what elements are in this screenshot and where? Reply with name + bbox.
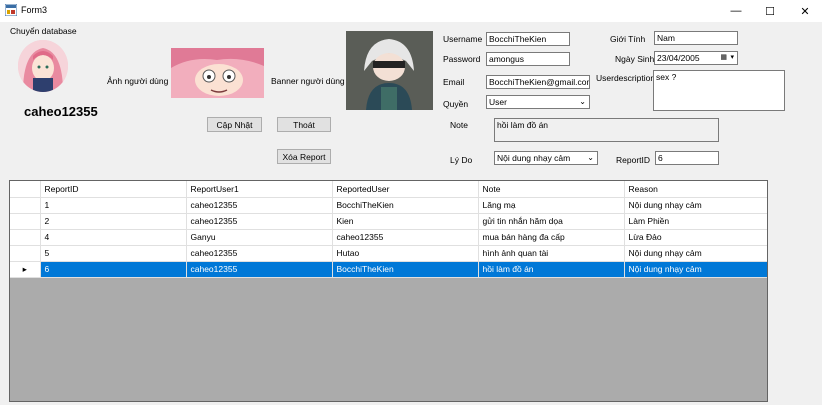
app-icon bbox=[5, 4, 17, 16]
table-row-selected[interactable]: ▸ 6 caheo12355 BocchiTheKien hồi làm đồ … bbox=[10, 261, 767, 278]
column-header[interactable]: ReportedUser bbox=[332, 181, 479, 198]
window-title: Form3 bbox=[21, 5, 48, 15]
note-field[interactable]: hồi làm đồ án bbox=[494, 118, 719, 142]
table-cell[interactable]: Ganyu bbox=[186, 229, 333, 246]
description-label: Userdescription bbox=[596, 73, 656, 83]
table-cell[interactable]: caheo12355 bbox=[186, 213, 333, 230]
reason-label: Lý Do bbox=[450, 155, 473, 165]
update-button[interactable]: Cập Nhật bbox=[207, 117, 262, 132]
birthday-value: 23/04/2005 bbox=[657, 53, 700, 63]
table-row[interactable]: 5 caheo12355 Hutao hình ảnh quan tài Nội… bbox=[10, 245, 767, 262]
table-cell[interactable]: caheo12355 bbox=[332, 229, 479, 246]
table-cell[interactable]: hình ảnh quan tài bbox=[478, 245, 625, 262]
column-header[interactable]: ReportUser1 bbox=[186, 181, 333, 198]
avatar-label: Ảnh người dùng bbox=[107, 76, 169, 86]
minimize-button[interactable]: — bbox=[719, 0, 753, 22]
reason-value: Nội dung nhạy cảm bbox=[497, 153, 571, 163]
table-cell[interactable]: caheo12355 bbox=[186, 245, 333, 262]
row-header[interactable] bbox=[10, 213, 41, 230]
delete-report-button[interactable]: Xóa Report bbox=[277, 149, 331, 164]
password-field[interactable]: amongus bbox=[486, 52, 570, 66]
email-label: Email bbox=[443, 77, 465, 87]
row-header-corner[interactable] bbox=[10, 181, 41, 198]
report-grid[interactable]: ReportID ReportUser1 ReportedUser Note R… bbox=[9, 180, 768, 402]
table-cell[interactable]: BocchiTheKien bbox=[332, 261, 479, 278]
chevron-down-icon: ⌄ bbox=[579, 97, 586, 106]
column-header[interactable]: Reason bbox=[624, 181, 767, 198]
table-cell[interactable]: Làm Phiền bbox=[624, 213, 767, 230]
username-label: Username bbox=[443, 34, 483, 44]
row-header[interactable] bbox=[10, 245, 41, 262]
column-header[interactable]: ReportID bbox=[40, 181, 187, 198]
row-indicator-icon[interactable]: ▸ bbox=[10, 261, 41, 278]
role-value: User bbox=[489, 97, 507, 107]
row-header[interactable] bbox=[10, 229, 41, 246]
table-cell[interactable]: BocchiTheKien bbox=[332, 197, 479, 214]
reportid-label: ReportID bbox=[616, 155, 651, 165]
table-cell[interactable]: gửi tin nhắn hăm dọa bbox=[478, 213, 625, 230]
avatar-image[interactable] bbox=[171, 48, 264, 98]
email-field[interactable]: BocchiTheKien@gmail.com bbox=[486, 75, 590, 89]
table-cell[interactable]: Nội dung nhạy cảm bbox=[624, 245, 767, 262]
table-header-row: ReportID ReportUser1 ReportedUser Note R… bbox=[10, 181, 767, 198]
table-row[interactable]: 1 caheo12355 BocchiTheKien Lăng mạ Nội d… bbox=[10, 197, 767, 214]
table-cell[interactable]: caheo12355 bbox=[186, 197, 333, 214]
birthday-picker[interactable]: 23/04/2005 ▦ ▾ bbox=[654, 51, 738, 65]
close-button[interactable]: ✕ bbox=[788, 0, 822, 22]
maximize-button[interactable]: ☐ bbox=[753, 0, 787, 22]
menu-item-database[interactable]: Chuyển database bbox=[10, 26, 77, 36]
table-cell[interactable]: mua bán hàng đa cấp bbox=[478, 229, 625, 246]
gender-field[interactable]: Nam bbox=[654, 31, 738, 45]
row-header[interactable] bbox=[10, 197, 41, 214]
description-field[interactable]: sex ? bbox=[653, 70, 785, 111]
password-label: Password bbox=[443, 54, 481, 64]
reportid-field[interactable]: 6 bbox=[655, 151, 719, 165]
calendar-icon[interactable]: ▦ bbox=[720, 53, 727, 61]
column-header[interactable]: Note bbox=[478, 181, 625, 198]
note-label: Note bbox=[450, 120, 468, 130]
table-cell[interactable]: 4 bbox=[40, 229, 187, 246]
table-cell[interactable]: Nội dung nhạy cảm bbox=[624, 197, 767, 214]
table-cell[interactable]: hồi làm đồ án bbox=[478, 261, 625, 278]
table-cell[interactable]: 1 bbox=[40, 197, 187, 214]
table-cell[interactable]: Lừa Đảo bbox=[624, 229, 767, 246]
table-cell[interactable]: Nội dung nhạy cảm bbox=[624, 261, 767, 278]
table-cell[interactable]: 2 bbox=[40, 213, 187, 230]
table-row[interactable]: 4 Ganyu caheo12355 mua bán hàng đa cấp L… bbox=[10, 229, 767, 246]
banner-label: Banner người dùng bbox=[271, 76, 345, 86]
chevron-down-icon: ⌄ bbox=[587, 153, 594, 162]
username-display: caheo12355 bbox=[24, 104, 98, 119]
table-cell[interactable]: 6 bbox=[40, 261, 187, 278]
role-label: Quyền bbox=[443, 99, 469, 109]
username-field[interactable]: BocchiTheKien bbox=[486, 32, 570, 46]
report-table: ReportID ReportUser1 ReportedUser Note R… bbox=[10, 181, 767, 278]
table-cell[interactable]: 5 bbox=[40, 245, 187, 262]
caret-down-icon: ▾ bbox=[730, 54, 734, 61]
avatar bbox=[18, 40, 68, 92]
gender-label: Giới Tính bbox=[610, 34, 646, 44]
role-select[interactable]: User ⌄ bbox=[486, 95, 590, 109]
table-cell[interactable]: Kien bbox=[332, 213, 479, 230]
reason-select[interactable]: Nội dung nhạy cảm ⌄ bbox=[494, 151, 598, 165]
table-cell[interactable]: Lăng mạ bbox=[478, 197, 625, 214]
table-cell[interactable]: caheo12355 bbox=[186, 261, 333, 278]
title-bar bbox=[0, 0, 822, 22]
table-cell[interactable]: Hutao bbox=[332, 245, 479, 262]
birthday-label: Ngày Sinh bbox=[615, 54, 655, 64]
table-row[interactable]: 2 caheo12355 Kien gửi tin nhắn hăm dọa L… bbox=[10, 213, 767, 230]
exit-button[interactable]: Thoát bbox=[277, 117, 331, 132]
banner-image[interactable] bbox=[346, 31, 433, 110]
